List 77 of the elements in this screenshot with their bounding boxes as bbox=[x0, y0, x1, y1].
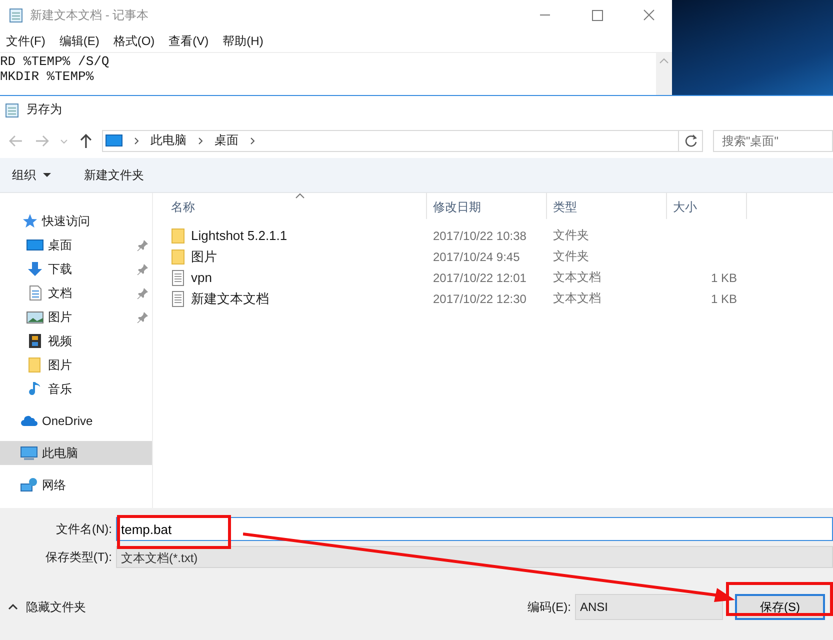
sidebar-item[interactable]: 网络 bbox=[0, 473, 152, 497]
sidebar-item[interactable]: 快速访问 bbox=[0, 209, 152, 233]
chevron-icon[interactable] bbox=[248, 136, 257, 146]
refresh-button[interactable] bbox=[679, 130, 703, 152]
window-title: 新建文本文档 - 记事本 bbox=[30, 6, 149, 24]
date-cell-text: 2017/10/22 12:30 bbox=[432, 292, 528, 306]
download-arrow-icon bbox=[26, 261, 44, 277]
new-folder-button[interactable]: 新建文件夹 bbox=[80, 162, 148, 188]
type-cell-text: 文本文档 bbox=[552, 269, 602, 286]
date-cell-text: 2017/10/22 10:38 bbox=[432, 228, 528, 242]
menu-item[interactable]: 格式(O) bbox=[113, 32, 155, 50]
folder-icon bbox=[171, 248, 185, 264]
network-icon bbox=[20, 477, 38, 493]
picture-icon bbox=[26, 309, 44, 325]
sidebar-item[interactable]: OneDrive bbox=[0, 409, 152, 433]
menu-item[interactable]: 帮助(H) bbox=[222, 32, 264, 50]
sidebar-item[interactable]: 下载 bbox=[0, 257, 152, 281]
type-cell-text: 文件夹 bbox=[552, 227, 590, 244]
file-name-cell[interactable]: Lightshot 5.2.1.1 bbox=[165, 228, 427, 244]
column-header[interactable]: 类型 bbox=[547, 193, 667, 219]
menu-item[interactable]: 编辑(E) bbox=[59, 32, 100, 50]
dialog-title: 另存为 bbox=[26, 101, 62, 118]
refresh-icon bbox=[684, 134, 698, 148]
encoding-label: 编码(E): bbox=[528, 598, 571, 616]
computer-icon bbox=[20, 445, 38, 461]
file-name-cell[interactable]: 图片 bbox=[165, 248, 427, 266]
organize-button[interactable]: 组织 bbox=[8, 162, 56, 188]
menu-item[interactable]: 文件(F) bbox=[6, 32, 46, 50]
pin-icon[interactable] bbox=[137, 263, 149, 275]
caret-icon bbox=[42, 172, 52, 178]
file-name-cell[interactable]: vpn bbox=[165, 270, 427, 286]
chevron-icon[interactable] bbox=[196, 136, 205, 146]
sidebar-item[interactable]: 此电脑 bbox=[0, 441, 152, 465]
breadcrumb-item[interactable]: 桌面 bbox=[214, 132, 239, 149]
field-label: 保存类型(T): bbox=[44, 548, 113, 566]
notepad-icon bbox=[4, 102, 20, 118]
search-field[interactable]: 搜索"桌面" bbox=[712, 130, 833, 152]
text-file-icon bbox=[171, 270, 185, 286]
scrollbar[interactable] bbox=[656, 53, 672, 95]
sidebar-item[interactable]: 桌面 bbox=[0, 233, 152, 257]
address-bar[interactable]: 此电脑 桌面 bbox=[102, 130, 680, 152]
menu-item[interactable]: 查看(V) bbox=[168, 32, 209, 50]
sidebar-item[interactable]: 音乐 bbox=[0, 377, 152, 401]
column-header[interactable]: 修改日期 bbox=[427, 193, 547, 219]
pin-icon[interactable] bbox=[137, 239, 149, 251]
chevron-up-icon bbox=[8, 603, 18, 611]
date-cell-text: 2017/10/22 12:01 bbox=[432, 270, 528, 284]
size-cell-text: 1 KB bbox=[710, 270, 737, 284]
file-type-dropdown[interactable]: 文本文档(*.txt) bbox=[116, 546, 833, 568]
cloud-icon bbox=[20, 413, 38, 429]
date-cell-text: 2017/10/24 9:45 bbox=[432, 250, 521, 264]
sidebar-item[interactable]: 图片 bbox=[0, 353, 152, 377]
computer-icon bbox=[104, 134, 123, 148]
hide-folders-button[interactable]: 隐藏文件夹 bbox=[0, 598, 92, 616]
pin-icon[interactable] bbox=[137, 311, 149, 323]
text-file-icon bbox=[171, 290, 185, 306]
sidebar-item[interactable]: 文档 bbox=[0, 281, 152, 305]
size-cell-text: 1 KB bbox=[710, 292, 737, 306]
column-header[interactable]: 大小 bbox=[667, 193, 747, 219]
filename-field[interactable]: temp.bat bbox=[116, 517, 833, 541]
type-cell-text: 文件夹 bbox=[552, 248, 590, 265]
type-cell-text: 文本文档 bbox=[552, 290, 602, 307]
column-header[interactable]: 名称 bbox=[165, 193, 427, 219]
file-name-cell[interactable]: 新建文本文档 bbox=[165, 290, 427, 308]
folder-icon bbox=[171, 228, 185, 244]
chevron-icon[interactable] bbox=[132, 136, 141, 146]
notepad-icon bbox=[8, 7, 24, 23]
sidebar-item[interactable]: 图片 bbox=[0, 305, 152, 329]
encoding-dropdown[interactable]: ANSI bbox=[575, 594, 723, 620]
film-icon bbox=[26, 333, 44, 349]
sidebar-item[interactable]: 视频 bbox=[0, 329, 152, 353]
text-line: RD %TEMP% /S/Q bbox=[0, 54, 110, 69]
text-line: MKDIR %TEMP% bbox=[0, 69, 95, 84]
desktop-icon bbox=[26, 237, 44, 253]
breadcrumb-item[interactable]: 此电脑 bbox=[150, 132, 187, 149]
field-label: 文件名(N): bbox=[55, 520, 113, 538]
pin-icon[interactable] bbox=[137, 287, 149, 299]
